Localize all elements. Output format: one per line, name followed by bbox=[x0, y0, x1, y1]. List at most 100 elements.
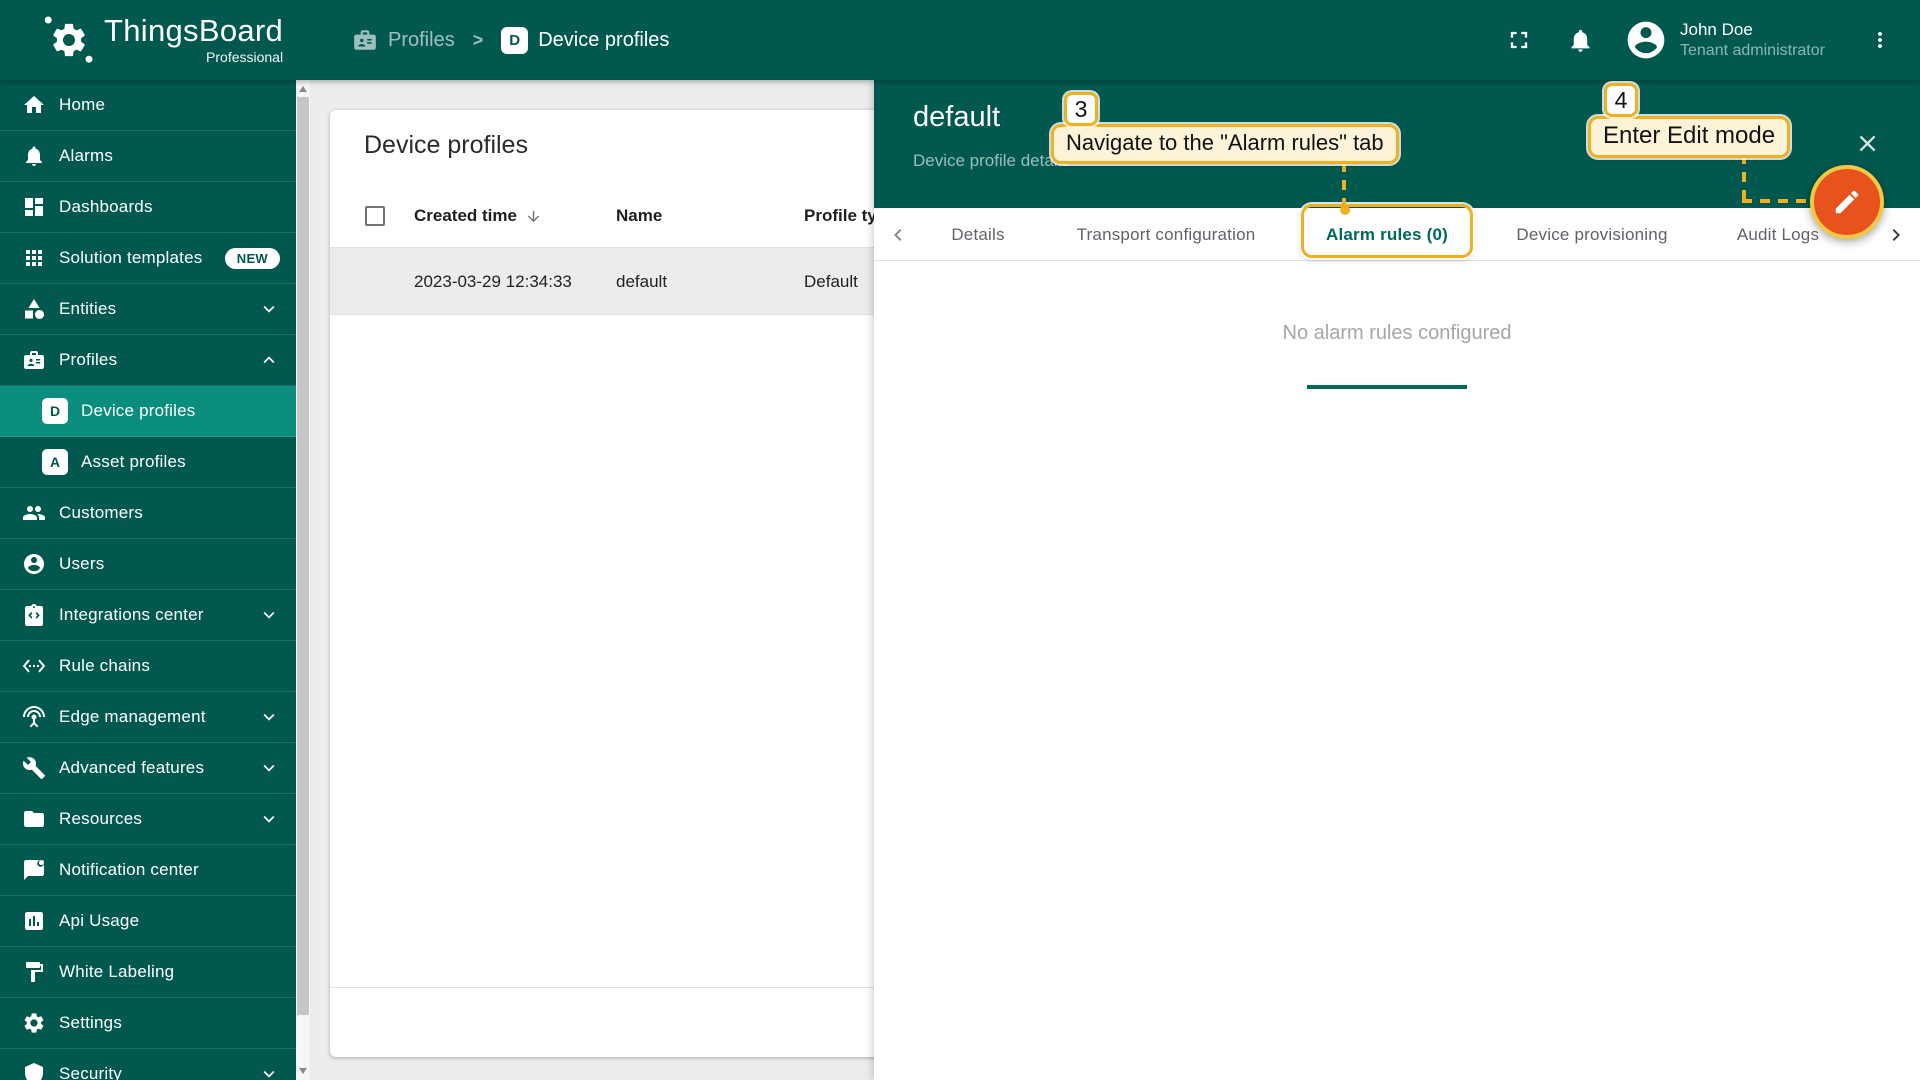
chevron-left-icon bbox=[886, 223, 910, 247]
chevron-down-icon bbox=[258, 757, 280, 779]
breadcrumb-device-profiles[interactable]: D Device profiles bbox=[501, 26, 669, 54]
tab-device-provisioning[interactable]: Device provisioning bbox=[1505, 208, 1679, 261]
sidebar-item-settings[interactable]: Settings bbox=[0, 998, 296, 1049]
close-button[interactable] bbox=[1854, 130, 1881, 157]
tabs-scroll-left-button[interactable] bbox=[878, 208, 918, 261]
sidebar-item-label: Dashboards bbox=[59, 197, 153, 216]
user-info[interactable]: John Doe Tenant administrator bbox=[1680, 19, 1850, 62]
tab-alarm-rules[interactable]: Alarm rules (0) bbox=[1307, 208, 1467, 261]
sidebar-item-label: Customers bbox=[59, 503, 143, 522]
device-profile-letter-icon: D bbox=[501, 26, 529, 54]
sidebar-item-profiles[interactable]: Profiles bbox=[0, 335, 296, 386]
chevron-down-icon bbox=[258, 808, 280, 830]
sidebar-item-label: Notification center bbox=[59, 860, 199, 879]
panel-tab-bar: Details Transport configuration Alarm ru… bbox=[874, 208, 1920, 389]
apps-icon bbox=[22, 246, 46, 270]
fullscreen-icon bbox=[1505, 26, 1533, 54]
chevron-up-icon bbox=[258, 349, 280, 371]
scrollbar-up-arrow[interactable] bbox=[299, 86, 307, 92]
sidebar-item-edge-management[interactable]: Edge management bbox=[0, 692, 296, 743]
column-name[interactable]: Name bbox=[616, 184, 662, 248]
close-icon bbox=[1854, 130, 1881, 157]
avatar[interactable] bbox=[1624, 18, 1668, 62]
sidebar-item-security[interactable]: Security bbox=[0, 1049, 296, 1080]
column-label: Created time bbox=[414, 206, 517, 225]
sidebar-item-alarms[interactable]: Alarms bbox=[0, 131, 296, 182]
sidebar-item-device-profiles[interactable]: D Device profiles bbox=[0, 386, 296, 437]
chevron-down-icon bbox=[258, 604, 280, 626]
sidebar-item-notification-center[interactable]: Notification center bbox=[0, 845, 296, 896]
sidebar-item-label: White Labeling bbox=[59, 962, 175, 981]
logo-title: ThingsBoard bbox=[104, 13, 284, 49]
fullscreen-button[interactable] bbox=[1505, 26, 1533, 54]
sidebar-item-resources[interactable]: Resources bbox=[0, 794, 296, 845]
sidebar-item-label: Solution templates bbox=[59, 248, 203, 267]
scrollbar-thumb[interactable] bbox=[297, 97, 309, 1015]
sidebar-item-entities[interactable]: Entities bbox=[0, 284, 296, 335]
person-icon bbox=[22, 552, 46, 576]
chevron-down-icon bbox=[258, 1063, 280, 1080]
sidebar-item-asset-profiles[interactable]: A Asset profiles bbox=[0, 437, 296, 488]
cell-name: default bbox=[616, 271, 668, 291]
app: ThingsBoard Professional Profiles > D De… bbox=[0, 0, 1920, 1080]
sidebar-item-home[interactable]: Home bbox=[0, 80, 296, 131]
sidebar-item-label: Settings bbox=[59, 1013, 123, 1032]
user-role: Tenant administrator bbox=[1680, 42, 1825, 60]
select-all-checkbox[interactable] bbox=[365, 206, 385, 226]
bell-icon bbox=[1567, 27, 1594, 54]
sidebar-item-rule-chains[interactable]: Rule chains bbox=[0, 641, 296, 692]
sidebar-scrollbar[interactable] bbox=[296, 80, 310, 1080]
sidebar-item-label: Alarms bbox=[59, 146, 114, 165]
sidebar-item-label: Security bbox=[59, 1064, 123, 1080]
sidebar-item-label: Edge management bbox=[59, 707, 206, 726]
tutorial-step-4-number: 4 bbox=[1604, 83, 1638, 117]
sidebar-item-solution-templates[interactable]: Solution templates NEW bbox=[0, 233, 296, 284]
cell-created-time: 2023-03-29 12:34:33 bbox=[414, 271, 572, 291]
sidebar-item-users[interactable]: Users bbox=[0, 539, 296, 590]
sidebar-item-white-labeling[interactable]: White Labeling bbox=[0, 947, 296, 998]
panel-title: default bbox=[913, 101, 1001, 133]
sort-descending-icon bbox=[525, 208, 542, 225]
breadcrumb-profiles[interactable]: Profiles bbox=[352, 27, 455, 53]
tab-details[interactable]: Details bbox=[940, 208, 1016, 261]
folder-icon bbox=[22, 807, 46, 831]
sidebar-item-dashboards[interactable]: Dashboards bbox=[0, 182, 296, 233]
tab-transport-configuration[interactable]: Transport configuration bbox=[1062, 208, 1270, 261]
empty-state-text: No alarm rules configured bbox=[1282, 322, 1512, 344]
gear-icon bbox=[22, 1011, 46, 1035]
chevron-down-icon bbox=[258, 298, 280, 320]
dashboard-icon bbox=[22, 195, 46, 219]
column-created-time[interactable]: Created time bbox=[414, 184, 542, 248]
scrollbar-down-arrow[interactable] bbox=[299, 1068, 307, 1074]
edit-button[interactable] bbox=[1810, 165, 1884, 239]
sidebar-item-advanced-features[interactable]: Advanced features bbox=[0, 743, 296, 794]
top-bar-actions: John Doe Tenant administrator bbox=[1505, 0, 1892, 80]
tabs-scroll-right-button[interactable] bbox=[1876, 208, 1916, 261]
antenna-icon bbox=[22, 705, 46, 729]
device-profile-letter-icon: D bbox=[42, 398, 68, 424]
user-menu-button[interactable] bbox=[1868, 28, 1892, 52]
people-icon bbox=[22, 501, 46, 525]
sidebar-item-label: Device profiles bbox=[81, 401, 196, 420]
sidebar-item-label: Home bbox=[59, 95, 106, 114]
asset-profile-letter-icon: A bbox=[42, 449, 68, 475]
user-name: John Doe bbox=[1680, 19, 1753, 39]
sidebar-item-label: Integrations center bbox=[59, 605, 204, 624]
id-badge-icon bbox=[22, 348, 46, 372]
paint-icon bbox=[22, 960, 46, 984]
home-icon bbox=[22, 93, 46, 117]
sidebar-item-label: Api Usage bbox=[59, 911, 140, 930]
sidebar-item-label: Entities bbox=[59, 299, 117, 318]
sidebar-item-integrations-center[interactable]: Integrations center bbox=[0, 590, 296, 641]
notifications-button[interactable] bbox=[1567, 27, 1594, 54]
tutorial-connector-dot bbox=[1340, 205, 1350, 215]
kebab-icon bbox=[1868, 28, 1892, 52]
sidebar-item-api-usage[interactable]: Api Usage bbox=[0, 896, 296, 947]
tools-icon bbox=[22, 756, 46, 780]
pencil-icon bbox=[1832, 187, 1862, 217]
logo[interactable]: ThingsBoard Professional bbox=[44, 15, 283, 65]
shield-icon bbox=[22, 1062, 46, 1080]
sidebar-item-customers[interactable]: Customers bbox=[0, 488, 296, 539]
tutorial-step-4-connector-horizontal bbox=[1742, 199, 1812, 203]
chevron-right-icon bbox=[1884, 223, 1908, 247]
